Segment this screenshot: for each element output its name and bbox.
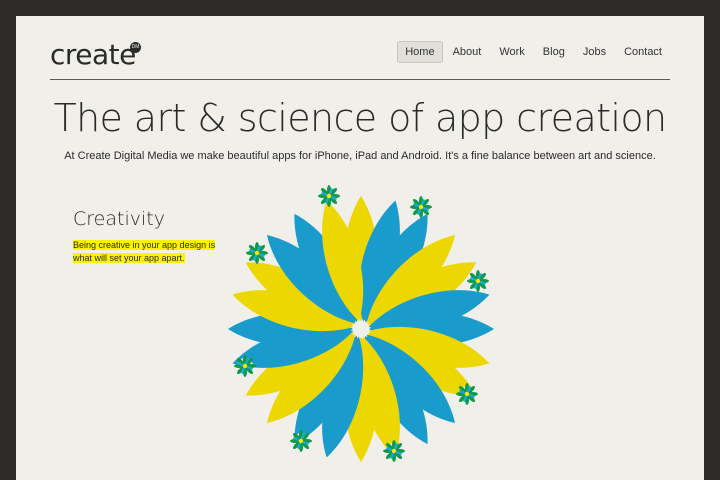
small-flower-icon xyxy=(290,430,312,452)
feature-text-highlight: Being creative in your app design is wha… xyxy=(73,240,216,263)
nav-blog[interactable]: Blog xyxy=(535,41,573,63)
tagline: At Create Digital Media we make beautifu… xyxy=(64,150,656,162)
page-title: The art & science of app creation xyxy=(53,96,667,140)
flower-illustration xyxy=(228,185,494,462)
page: create DM Home About Work Blog Jobs Cont… xyxy=(16,16,704,480)
feature-title: Creativity xyxy=(73,208,165,230)
small-flower-icon xyxy=(318,185,340,207)
logo-badge: DM xyxy=(130,42,141,53)
nav-jobs[interactable]: Jobs xyxy=(575,41,614,63)
nav-work[interactable]: Work xyxy=(491,41,532,63)
nav-home[interactable]: Home xyxy=(397,41,443,63)
small-flower-icon xyxy=(467,270,489,292)
nav-about[interactable]: About xyxy=(445,41,490,63)
logo[interactable]: create xyxy=(50,38,136,71)
small-flower-icon xyxy=(246,242,268,264)
small-flower-icon xyxy=(234,355,256,377)
small-flower-icon xyxy=(456,383,478,405)
small-flower-icon xyxy=(410,196,432,218)
nav-contact[interactable]: Contact xyxy=(616,41,670,63)
header-divider xyxy=(50,79,670,80)
feature-text: Being creative in your app design is wha… xyxy=(73,239,233,265)
main-nav: Home About Work Blog Jobs Contact xyxy=(397,41,670,63)
small-flower-icon xyxy=(383,440,405,462)
